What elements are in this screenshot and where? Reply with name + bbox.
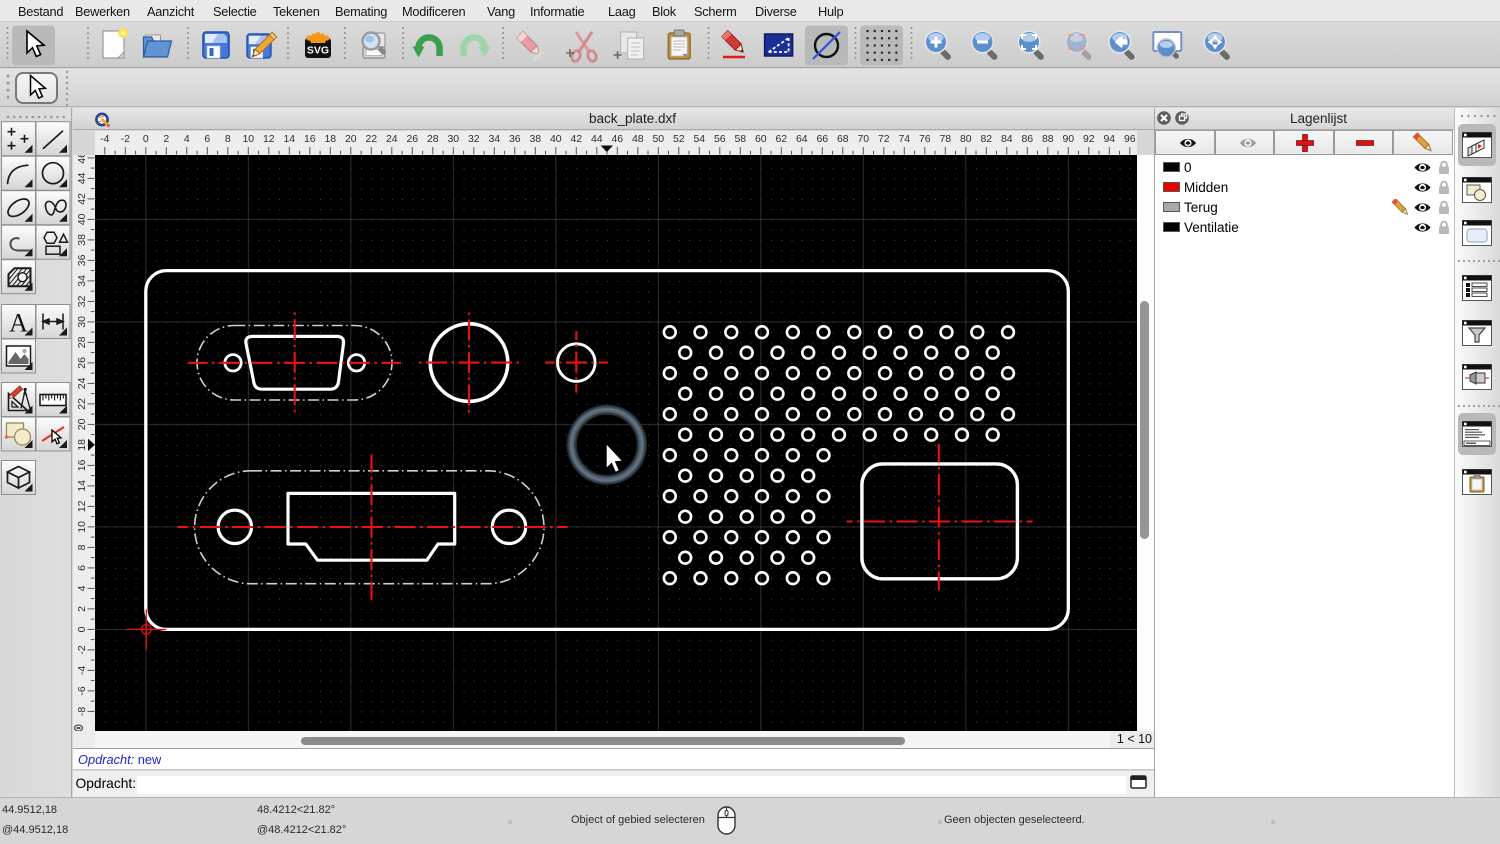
svg-text:10: 10 xyxy=(242,133,254,145)
svg-text:26: 26 xyxy=(76,357,88,369)
svg-text:36: 36 xyxy=(509,133,521,145)
svg-text:70: 70 xyxy=(857,133,869,145)
svg-text:22: 22 xyxy=(365,133,377,145)
svg-text:68: 68 xyxy=(837,133,849,145)
svg-text:-4: -4 xyxy=(100,133,109,145)
svg-text:SVG: SVG xyxy=(307,45,329,57)
svg-text:4: 4 xyxy=(184,133,190,145)
svg-text:16: 16 xyxy=(76,459,88,471)
svg-text:28: 28 xyxy=(76,336,88,348)
svg-text:88: 88 xyxy=(1042,133,1054,145)
svg-text:76: 76 xyxy=(919,133,931,145)
svg-text:66: 66 xyxy=(816,133,828,145)
svg-text:86: 86 xyxy=(1021,133,1033,145)
svg-text:36: 36 xyxy=(76,254,88,266)
svg-text:34: 34 xyxy=(76,275,88,287)
svg-text:18: 18 xyxy=(76,439,88,451)
svg-text:92: 92 xyxy=(1083,133,1095,145)
svg-text:38: 38 xyxy=(529,133,541,145)
svg-text:48: 48 xyxy=(632,133,644,145)
svg-text:0: 0 xyxy=(76,626,88,632)
svg-text:0: 0 xyxy=(143,133,149,145)
svg-text:26: 26 xyxy=(406,133,418,145)
svg-text:90: 90 xyxy=(1062,133,1074,145)
svg-text:6: 6 xyxy=(76,565,88,571)
svg-text:16: 16 xyxy=(304,133,316,145)
svg-text:40: 40 xyxy=(550,133,562,145)
svg-text:34: 34 xyxy=(488,133,500,145)
svg-text:40: 40 xyxy=(76,213,88,225)
svg-text:22: 22 xyxy=(76,398,88,410)
svg-text:46: 46 xyxy=(76,155,88,164)
svg-text:44: 44 xyxy=(76,172,88,184)
svg-text:18: 18 xyxy=(324,133,336,145)
svg-text:20: 20 xyxy=(76,418,88,430)
svg-text:42: 42 xyxy=(570,133,582,145)
svg-text:2: 2 xyxy=(163,133,169,145)
svg-text:50: 50 xyxy=(652,133,664,145)
svg-text:80: 80 xyxy=(960,133,972,145)
svg-text:10: 10 xyxy=(76,521,88,533)
svg-text:30: 30 xyxy=(76,316,88,328)
svg-text:60: 60 xyxy=(755,133,767,145)
svg-text:-8: -8 xyxy=(76,707,88,716)
svg-text:8: 8 xyxy=(76,544,88,550)
svg-text:54: 54 xyxy=(693,133,705,145)
svg-text:74: 74 xyxy=(898,133,910,145)
svg-text:20: 20 xyxy=(345,133,357,145)
svg-text:64: 64 xyxy=(796,133,808,145)
svg-text:38: 38 xyxy=(76,234,88,246)
svg-text:24: 24 xyxy=(386,133,398,145)
svg-text:14: 14 xyxy=(76,480,88,492)
svg-text:56: 56 xyxy=(714,133,726,145)
svg-text:32: 32 xyxy=(76,295,88,307)
svg-text:46: 46 xyxy=(611,133,623,145)
svg-text:8: 8 xyxy=(225,133,231,145)
svg-text:14: 14 xyxy=(283,133,295,145)
svg-text:32: 32 xyxy=(468,133,480,145)
svg-text:A: A xyxy=(9,309,28,338)
svg-text:4: 4 xyxy=(76,585,88,591)
svg-text:82: 82 xyxy=(980,133,992,145)
svg-text:-2: -2 xyxy=(76,645,88,654)
svg-text:-2: -2 xyxy=(121,133,130,145)
svg-text:42: 42 xyxy=(76,193,88,205)
svg-text:58: 58 xyxy=(734,133,746,145)
svg-text:30: 30 xyxy=(447,133,459,145)
svg-text:62: 62 xyxy=(775,133,787,145)
svg-text:6: 6 xyxy=(204,133,210,145)
svg-text:52: 52 xyxy=(673,133,685,145)
svg-text:78: 78 xyxy=(939,133,951,145)
svg-text:28: 28 xyxy=(427,133,439,145)
svg-text:24: 24 xyxy=(76,377,88,389)
svg-text:12: 12 xyxy=(76,500,88,512)
svg-text:96: 96 xyxy=(1124,133,1136,145)
svg-text:2: 2 xyxy=(76,606,88,612)
svg-text:12: 12 xyxy=(263,133,275,145)
svg-text:-6: -6 xyxy=(76,686,88,695)
svg-text:72: 72 xyxy=(878,133,890,145)
svg-text:94: 94 xyxy=(1103,133,1115,145)
svg-text:44: 44 xyxy=(591,133,603,145)
svg-text:-4: -4 xyxy=(76,666,88,675)
svg-text:84: 84 xyxy=(1001,133,1013,145)
